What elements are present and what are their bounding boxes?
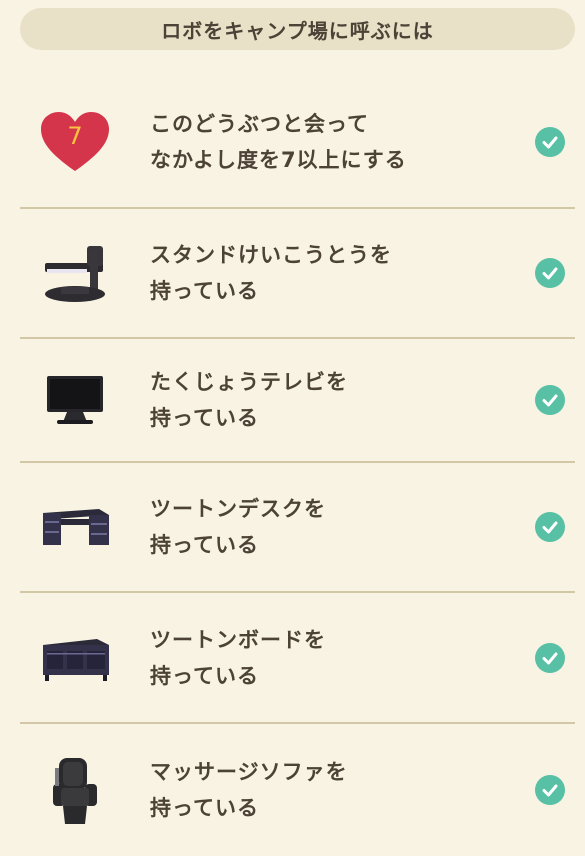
condition-line2: 持っている	[150, 406, 259, 430]
check-icon	[535, 127, 565, 157]
condition-text: ツートンボードを 持っている	[130, 622, 535, 694]
desk-lamp-icon-wrap	[20, 209, 130, 337]
condition-text: スタンドけいこうとうを 持っている	[130, 237, 535, 309]
condition-line1: マッサージソファを	[150, 760, 348, 784]
check-icon	[535, 512, 565, 542]
condition-line1: スタンドけいこうとうを	[150, 243, 392, 267]
condition-line1: ツートンデスクを	[150, 497, 326, 521]
tv-icon-wrap	[20, 339, 130, 461]
desk-icon	[43, 509, 109, 545]
condition-row-massage-chair: マッサージソファを 持っている	[20, 724, 575, 856]
desk-lamp-icon	[45, 246, 105, 302]
cabinet-icon-wrap	[20, 593, 130, 722]
heart-icon: 7	[41, 112, 109, 171]
condition-line1: このどうぶつと会って	[150, 112, 369, 136]
tv-icon	[47, 376, 103, 424]
condition-row-desk-lamp: スタンドけいこうとうを 持っている	[20, 209, 575, 339]
condition-text: マッサージソファを 持っている	[130, 754, 535, 826]
condition-line1: ツートンボードを	[150, 627, 326, 652]
condition-text: たくじょうテレビを 持っている	[130, 364, 535, 436]
condition-line2: なかよし度を7以上にする	[150, 148, 407, 172]
massage-chair-icon	[53, 758, 97, 824]
check-icon	[535, 385, 565, 415]
check-icon	[535, 258, 565, 288]
condition-line2: 持っている	[150, 533, 259, 557]
desk-icon-wrap	[20, 463, 130, 591]
friendship-level-badge: 7	[67, 122, 82, 150]
conditions-list: 7 このどうぶつと会って なかよし度を7以上にする スタンドけいこうとうを 持っ…	[20, 77, 575, 856]
page-title: ロボをキャンプ場に呼ぶには	[161, 18, 434, 43]
condition-text: ツートンデスクを 持っている	[130, 491, 535, 563]
condition-row-tv: たくじょうテレビを 持っている	[20, 339, 575, 463]
cabinet-icon	[43, 638, 109, 681]
condition-row-friendship: 7 このどうぶつと会って なかよし度を7以上にする	[20, 77, 575, 209]
page-header: ロボをキャンプ場に呼ぶには	[20, 8, 575, 50]
check-icon	[535, 775, 565, 805]
heart-icon-wrap: 7	[20, 77, 130, 207]
condition-row-board: ツートンボードを 持っている	[20, 593, 575, 724]
condition-row-desk: ツートンデスクを 持っている	[20, 463, 575, 593]
condition-line2: 持っている	[150, 279, 259, 303]
condition-line2: 持っている	[150, 663, 259, 688]
condition-line2: 持っている	[150, 796, 259, 820]
condition-line1: たくじょうテレビを	[150, 370, 348, 394]
check-icon	[535, 642, 565, 673]
massage-chair-icon-wrap	[20, 724, 130, 856]
condition-text: このどうぶつと会って なかよし度を7以上にする	[130, 106, 535, 178]
